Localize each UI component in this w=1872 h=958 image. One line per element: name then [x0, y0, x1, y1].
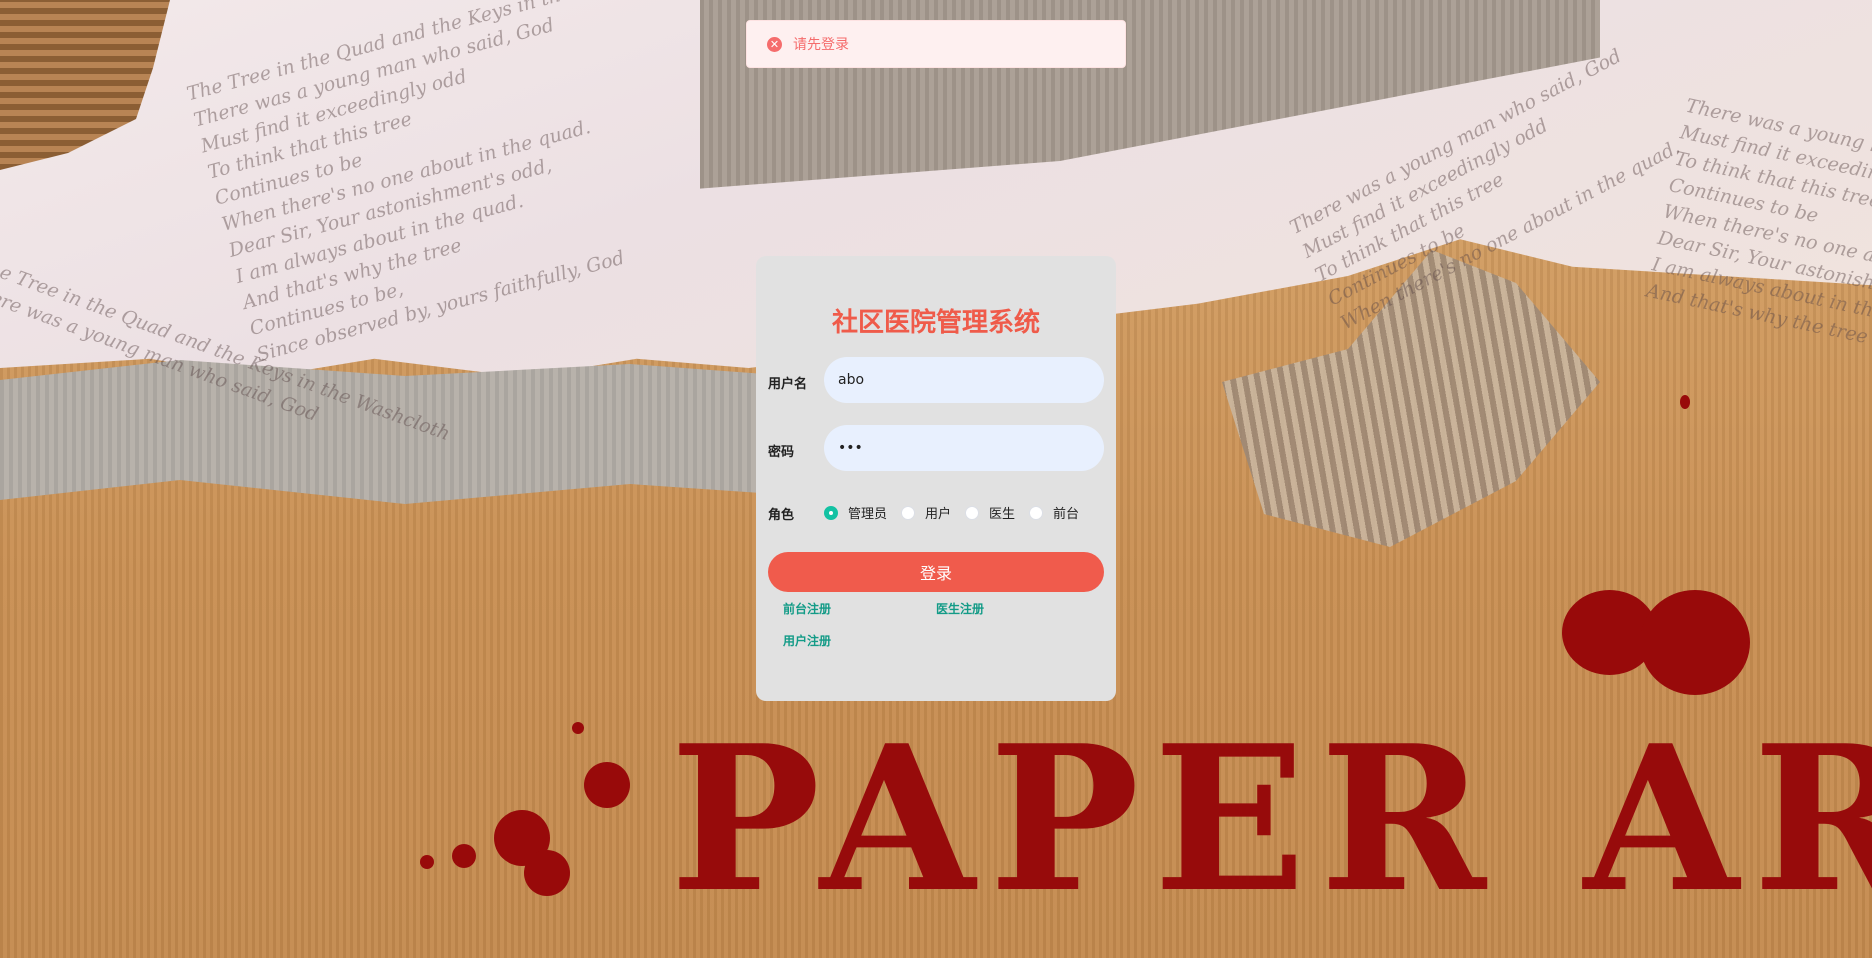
error-circle-icon: ✕ — [767, 36, 782, 52]
role-radio-admin[interactable]: 管理员 — [824, 503, 887, 522]
front-desk-register-link[interactable]: 前台注册 — [783, 600, 831, 617]
login-button[interactable]: 登录 — [768, 552, 1104, 592]
password-input[interactable] — [824, 425, 1104, 471]
role-radio-doctor[interactable]: 医生 — [965, 503, 1015, 522]
ink-splat — [1640, 590, 1750, 695]
ink-splat — [452, 844, 476, 868]
radio-unchecked-icon — [965, 505, 980, 520]
paper-art-headline: PAPER ART — [670, 702, 1872, 937]
ink-splat — [420, 855, 434, 869]
error-toast: ✕ 请先登录 — [746, 20, 1126, 68]
radio-checked-icon — [824, 505, 838, 520]
role-option-label: 医生 — [989, 507, 1016, 522]
ink-splat — [524, 850, 570, 896]
username-input[interactable] — [824, 357, 1104, 403]
ink-splat — [584, 762, 630, 808]
role-label: 角色 — [768, 508, 795, 523]
username-label: 用户名 — [768, 377, 808, 392]
role-option-label: 用户 — [925, 507, 952, 522]
ink-splat — [1680, 395, 1690, 409]
role-option-label: 前台 — [1053, 507, 1080, 522]
role-radio-group: 管理员 用户 医生 前台 — [824, 503, 1093, 522]
role-option-label: 管理员 — [848, 507, 888, 522]
role-radio-front-desk[interactable]: 前台 — [1029, 503, 1079, 522]
login-card: 社区医院管理系统 用户名 密码 角色 管理员 用户 医生 前台 登录 前台注册 … — [756, 256, 1116, 701]
page-title: 社区医院管理系统 — [831, 308, 1040, 338]
doctor-register-link[interactable]: 医生注册 — [936, 600, 984, 617]
toast-message: 请先登录 — [793, 37, 849, 53]
user-register-link[interactable]: 用户注册 — [783, 632, 831, 649]
password-label: 密码 — [768, 445, 795, 460]
radio-unchecked-icon — [901, 505, 916, 520]
radio-unchecked-icon — [1029, 505, 1044, 520]
role-radio-user[interactable]: 用户 — [901, 503, 951, 522]
ink-splat — [572, 722, 584, 734]
